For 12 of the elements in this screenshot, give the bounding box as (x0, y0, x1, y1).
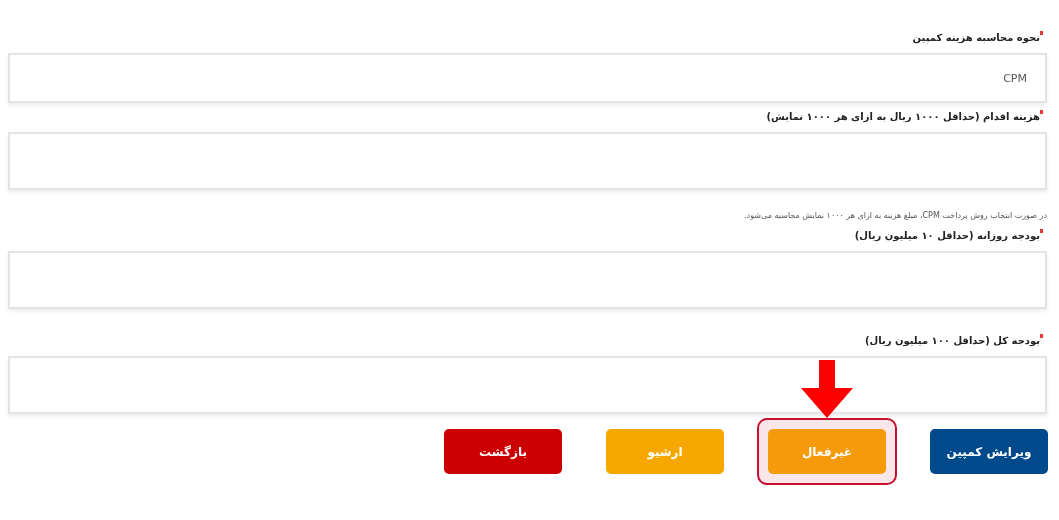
field-hint: در صورت انتخاب روش پرداخت CPM، مبلغ هزینه به ازای هر ۱۰۰۰ نمایش محاسبه می‌شود. (743, 210, 1047, 222)
input-field[interactable] (8, 356, 1047, 414)
arrow-drawing (801, 360, 853, 418)
input-field[interactable] (8, 132, 1047, 190)
field-label: نحوه محاسبه هزینه کمپین (912, 31, 1040, 45)
input-field[interactable] (8, 251, 1047, 309)
action-button[interactable]: ویرایش کمپین (930, 429, 1048, 474)
field-label: بودجه روزانه (حداقل ۱۰ میلیون ریال) (854, 229, 1040, 243)
action-button[interactable]: بازگشت (444, 429, 562, 474)
field-label: هزینه اقدام (حداقل ۱۰۰۰ ریال به ازای هر ۱۰۰۰ نمایش) (766, 110, 1040, 124)
field-label: بودجه کل (حداقل ۱۰۰ میلیون ریال) (864, 334, 1040, 348)
input-field[interactable]: CPM (8, 53, 1047, 103)
